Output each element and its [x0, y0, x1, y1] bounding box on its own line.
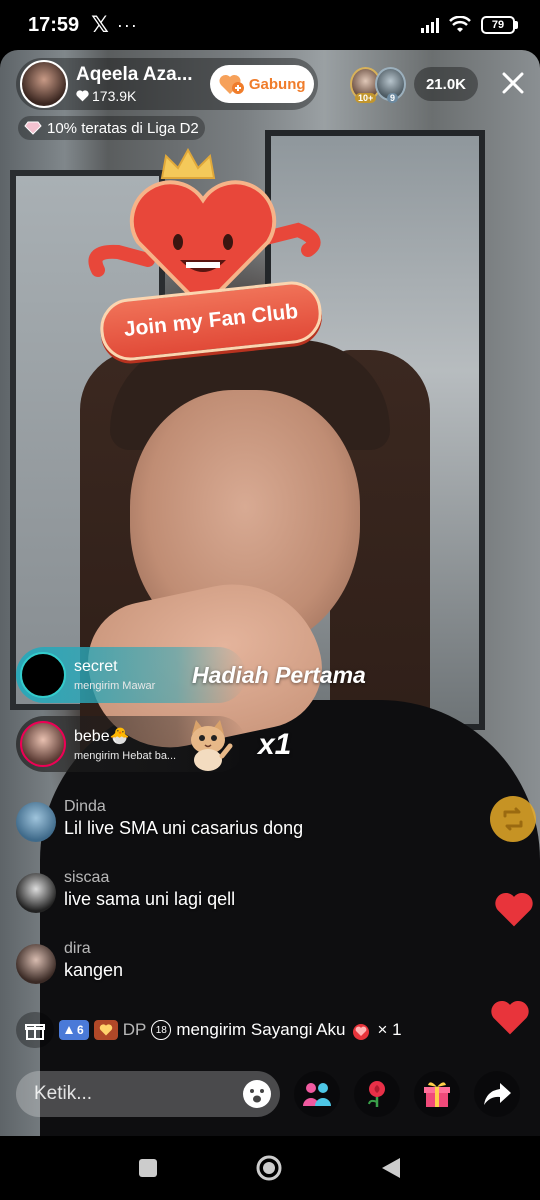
gift-multiplier: x1 — [258, 728, 292, 761]
gift-sender-name[interactable]: DP — [123, 1020, 147, 1040]
emoji-icon[interactable] — [242, 1079, 272, 1109]
repost-button[interactable] — [490, 796, 536, 842]
top-viewer-avatar[interactable]: 9 — [374, 67, 406, 103]
host-name: Aqeela Aza... — [76, 64, 193, 85]
comment-input[interactable]: Ketik... — [16, 1071, 280, 1117]
league-text: 10% teratas di Liga D2 — [47, 119, 199, 137]
gift-sender-avatar[interactable] — [20, 721, 66, 767]
comment-avatar[interactable] — [16, 873, 56, 913]
comment-item[interactable]: dira kangen — [16, 940, 123, 984]
share-button[interactable] — [474, 1071, 520, 1117]
people-icon — [303, 1083, 331, 1106]
comment-item[interactable]: siscaa live sama uni lagi qell — [16, 869, 235, 913]
x-app-icon: 𝕏 — [91, 12, 109, 37]
status-time: 17:59 — [28, 13, 80, 36]
comment-username[interactable]: siscaa — [64, 869, 235, 887]
multi-guest-button[interactable] — [294, 1071, 340, 1117]
comment-message: live sama uni lagi qell — [64, 889, 236, 909]
gift-description: mengirim Hebat ba... — [74, 750, 177, 762]
gift-box-button[interactable] — [16, 1012, 54, 1048]
gift-description: mengirim Mawar — [74, 680, 156, 692]
host-profile[interactable]: Aqeela Aza... 173.9K Gabung — [16, 58, 318, 110]
gift-notification-row: 6 DP 18 mengirim Sayangi Aku × 1 — [16, 1012, 476, 1048]
viewer-badge: 10+ — [355, 93, 377, 103]
home-button-icon[interactable] — [255, 1154, 283, 1182]
gift-icon — [424, 1082, 450, 1107]
floating-heart-icon — [491, 1000, 529, 1035]
more-notifications-icon: ··· — [116, 14, 138, 35]
comment-message: Lil live SMA uni casarius dong — [64, 818, 304, 838]
rose-gift-button[interactable] — [354, 1071, 400, 1117]
level-badge: 6 — [59, 1020, 89, 1040]
first-gift-title: Hadiah Pertama — [192, 662, 366, 688]
fan-club-heart-icon — [219, 73, 245, 95]
gift-row-count: × 1 — [377, 1020, 402, 1039]
status-bar: 17:59 𝕏 ··· 79 — [0, 0, 540, 50]
repost-icon — [503, 807, 523, 831]
comment-username[interactable]: Dinda — [64, 798, 303, 816]
gift-button[interactable] — [414, 1071, 460, 1117]
cat-gift-icon — [191, 720, 233, 771]
join-fan-club-button[interactable]: Gabung — [210, 65, 314, 103]
comment-item[interactable]: Dinda Lil live SMA uni casarius dong — [16, 798, 303, 842]
comment-avatar[interactable] — [16, 944, 56, 984]
love-gift-icon — [353, 1024, 370, 1040]
gift-row-text: mengirim Sayangi Aku — [176, 1020, 346, 1039]
rose-icon — [368, 1081, 385, 1107]
gift-sender-name: secret — [74, 658, 118, 675]
back-button-icon[interactable] — [380, 1156, 402, 1180]
comment-avatar[interactable] — [16, 802, 56, 842]
bottom-bar: Ketik... — [16, 1070, 526, 1118]
fan-heart-badge — [93, 1020, 118, 1040]
league-rank[interactable]: 10% teratas di Liga D2 — [18, 116, 205, 140]
close-button[interactable] — [494, 64, 532, 102]
comment-message: kangen — [64, 960, 124, 980]
host-likes-count: 173.9K — [92, 88, 137, 104]
comment-placeholder: Ketik... — [34, 1083, 93, 1104]
viewer-ranking[interactable]: 10+ 9 21.0K — [350, 64, 478, 104]
host-avatar[interactable] — [20, 60, 68, 108]
join-label: Gabung — [248, 75, 306, 93]
recents-button-icon[interactable] — [138, 1158, 158, 1178]
age-badge-icon: 18 — [151, 1020, 172, 1040]
heart-icon — [76, 90, 89, 102]
comment-username[interactable]: dira — [64, 940, 123, 958]
fan-club-sticker[interactable]: Join my Fan Club — [78, 148, 328, 380]
viewer-count[interactable]: 21.0K — [413, 67, 478, 101]
close-icon — [502, 72, 524, 94]
viewer-badge: 9 — [386, 93, 398, 103]
broken-heart-icon — [99, 1024, 112, 1036]
signal-icon — [421, 17, 439, 33]
system-nav-bar — [0, 1136, 540, 1200]
crown-icon — [160, 148, 216, 179]
gift-sender-name: bebe🐣 — [74, 728, 130, 745]
gift-sender-avatar[interactable] — [20, 652, 66, 698]
gift-outline-icon — [25, 1024, 45, 1040]
share-arrow-icon — [484, 1083, 511, 1105]
triangle-icon — [65, 1026, 73, 1034]
battery-level: 79 — [481, 16, 515, 34]
battery-icon: 79 — [481, 16, 518, 34]
wifi-icon — [449, 16, 471, 32]
diamond-icon — [24, 121, 42, 135]
floating-heart-icon — [495, 892, 533, 927]
level-number: 6 — [77, 1023, 84, 1037]
